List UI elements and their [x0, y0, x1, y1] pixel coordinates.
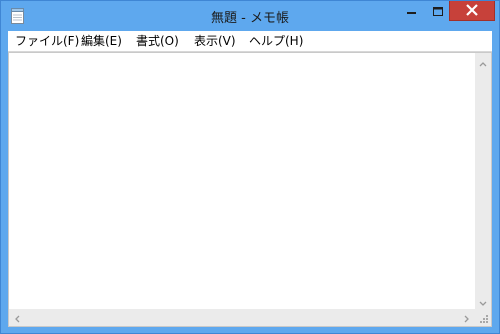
maximize-icon: [433, 2, 443, 21]
chevron-left-icon: [14, 308, 20, 327]
close-button[interactable]: [449, 1, 495, 21]
text-editor[interactable]: [9, 53, 475, 309]
chevron-right-icon: [464, 308, 470, 327]
chevron-down-icon: [479, 292, 487, 311]
vertical-scrollbar[interactable]: [475, 53, 491, 309]
chevron-up-icon: [479, 52, 487, 71]
editor-area: [8, 52, 492, 327]
scroll-up-button[interactable]: [475, 53, 491, 69]
title-bar[interactable]: 無題 - メモ帳: [1, 1, 499, 31]
scroll-right-button[interactable]: [459, 309, 475, 325]
size-grip[interactable]: [475, 309, 491, 326]
notepad-window: 無題 - メモ帳 ファイル(F) 編集(E) 書式(O) 表示(V) ヘルプ(H…: [0, 0, 500, 334]
menu-bar: ファイル(F) 編集(E) 書式(O) 表示(V) ヘルプ(H): [8, 31, 492, 52]
close-icon: [466, 1, 478, 20]
scroll-down-button[interactable]: [475, 293, 491, 309]
maximize-button[interactable]: [425, 1, 451, 21]
horizontal-scrollbar[interactable]: [9, 309, 475, 326]
scroll-left-button[interactable]: [9, 309, 25, 325]
menu-edit[interactable]: 編集(E): [81, 31, 122, 51]
menu-help[interactable]: ヘルプ(H): [249, 31, 303, 51]
minimize-icon: [407, 2, 417, 21]
minimize-button[interactable]: [399, 1, 425, 21]
resize-grip-icon: [475, 311, 491, 330]
notepad-icon[interactable]: [11, 8, 24, 24]
menu-file[interactable]: ファイル(F): [15, 31, 79, 51]
menu-format[interactable]: 書式(O): [136, 31, 179, 51]
menu-view[interactable]: 表示(V): [194, 31, 236, 51]
